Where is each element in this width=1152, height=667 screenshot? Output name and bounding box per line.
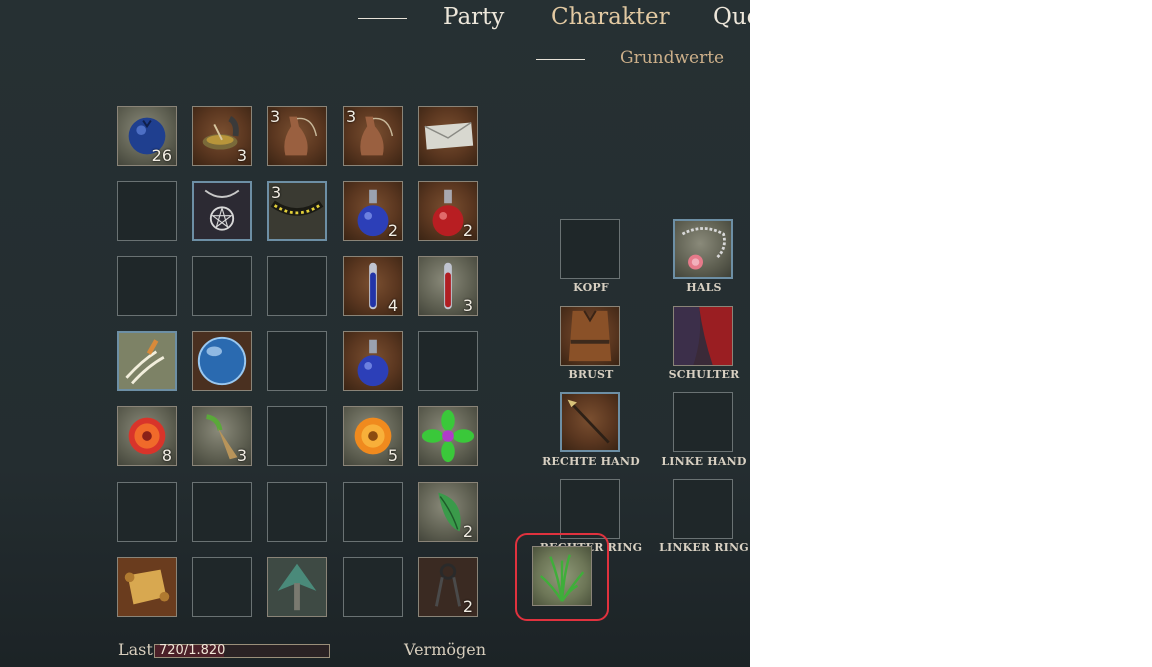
inventory-slot[interactable] <box>343 557 403 617</box>
inventory-slot[interactable] <box>117 331 177 391</box>
inventory-slot[interactable]: 26 <box>117 106 177 166</box>
inventory-slot[interactable] <box>192 482 252 542</box>
item-count: 3 <box>236 146 247 165</box>
inventory-slot[interactable] <box>192 256 252 316</box>
inventory-slot[interactable] <box>117 557 177 617</box>
inventory-slot[interactable]: 3 <box>192 106 252 166</box>
equip-slot-linker-ring[interactable] <box>673 479 733 539</box>
inventory-slot[interactable]: 3 <box>267 106 327 166</box>
inventory-slot[interactable] <box>192 557 252 617</box>
item-count: 3 <box>271 183 282 202</box>
inventory-slot[interactable]: 3 <box>267 181 327 241</box>
item-count: 2 <box>387 221 398 240</box>
inventory-slot[interactable]: 4 <box>343 256 403 316</box>
equip-label-rechte-hand: RECHTE HAND <box>542 455 640 468</box>
spear-icon <box>567 399 610 444</box>
inventory-slot[interactable] <box>418 106 478 166</box>
flower-necklace-icon <box>681 227 726 270</box>
item-count: 3 <box>236 446 247 465</box>
item-count: 3 <box>270 107 281 126</box>
inventory-slot[interactable] <box>117 482 177 542</box>
item-count: 2 <box>462 522 473 541</box>
inventory-slot[interactable]: 5 <box>343 406 403 466</box>
load-label: Last <box>118 640 153 659</box>
inventory-slot[interactable] <box>343 331 403 391</box>
inventory-slot[interactable] <box>117 256 177 316</box>
load-bar: 720/1.820 <box>154 643 330 658</box>
wealth-label: Vermögen <box>404 640 487 659</box>
item-count: 5 <box>387 446 398 465</box>
equip-slot-rechte-hand[interactable] <box>560 392 620 452</box>
equip-label-kopf: KOPF <box>573 281 609 294</box>
equip-slot-linke-hand[interactable] <box>673 392 733 452</box>
equip-label-linker-ring: LINKER RING <box>659 541 749 554</box>
tab-divider <box>358 18 407 19</box>
tab-quests[interactable]: Que <box>713 4 750 30</box>
subtab-grundwerte[interactable]: Grundwerte <box>620 48 724 68</box>
inventory-slot[interactable]: 8 <box>117 406 177 466</box>
item-count: 8 <box>161 446 172 465</box>
equip-slot-schulter[interactable] <box>673 306 733 366</box>
letter-icon <box>424 121 474 150</box>
inventory-slot[interactable] <box>267 557 327 617</box>
item-count: 3 <box>462 296 473 315</box>
inventory-slot[interactable]: 2 <box>418 482 478 542</box>
equip-slot-hals[interactable] <box>673 219 733 279</box>
inventory-slot[interactable] <box>267 482 327 542</box>
red-cloak-icon <box>674 307 732 365</box>
inventory-slot[interactable] <box>192 181 252 241</box>
subtab-divider <box>536 59 585 60</box>
inventory-slot[interactable] <box>418 406 478 466</box>
crystal-orb-icon <box>193 332 251 390</box>
blue-potion-icon <box>357 339 389 387</box>
inventory-slot[interactable]: 3 <box>343 106 403 166</box>
equip-label-linke-hand: LINKE HAND <box>661 455 747 468</box>
equip-slot-rechter-ring[interactable] <box>560 479 620 539</box>
inventory-screen: Party Charakter Que Grundwerte 26 3 3 3 3 2 2 4… <box>0 0 750 667</box>
scroll-icon <box>118 558 176 616</box>
item-count: 2 <box>462 221 473 240</box>
inventory-slot[interactable] <box>267 256 327 316</box>
item-count: 4 <box>387 296 398 315</box>
tunic-icon <box>568 310 612 362</box>
pentagram-amulet-icon <box>194 183 250 239</box>
dragged-item-highlight <box>515 533 609 621</box>
green-flower-icon <box>421 409 475 463</box>
inventory-slot[interactable]: 3 <box>192 406 252 466</box>
item-count: 3 <box>346 107 357 126</box>
load-bar-text: 720/1.820 <box>159 643 226 658</box>
inventory-slot[interactable]: 2 <box>343 181 403 241</box>
equip-label-hals: HALS <box>686 281 722 294</box>
inventory-slot[interactable] <box>267 331 327 391</box>
inventory-slot[interactable] <box>192 331 252 391</box>
tab-party[interactable]: Party <box>443 4 504 30</box>
inventory-slot[interactable] <box>418 331 478 391</box>
inventory-slot[interactable] <box>267 406 327 466</box>
inventory-slot[interactable] <box>343 482 403 542</box>
equip-slot-brust[interactable] <box>560 306 620 366</box>
claw-strike-icon <box>119 333 175 389</box>
equip-label-schulter: SCHULTER <box>668 368 740 381</box>
equip-label-brust: BRUST <box>568 368 614 381</box>
inventory-slot[interactable]: 2 <box>418 557 478 617</box>
equip-slot-kopf[interactable] <box>560 219 620 279</box>
arrowhead-icon <box>268 558 326 616</box>
tab-charakter[interactable]: Charakter <box>551 4 670 30</box>
inventory-slot[interactable]: 2 <box>418 181 478 241</box>
inventory-slot[interactable]: 3 <box>418 256 478 316</box>
item-count: 26 <box>151 146 172 165</box>
item-count: 2 <box>462 597 473 616</box>
inventory-slot[interactable] <box>117 181 177 241</box>
